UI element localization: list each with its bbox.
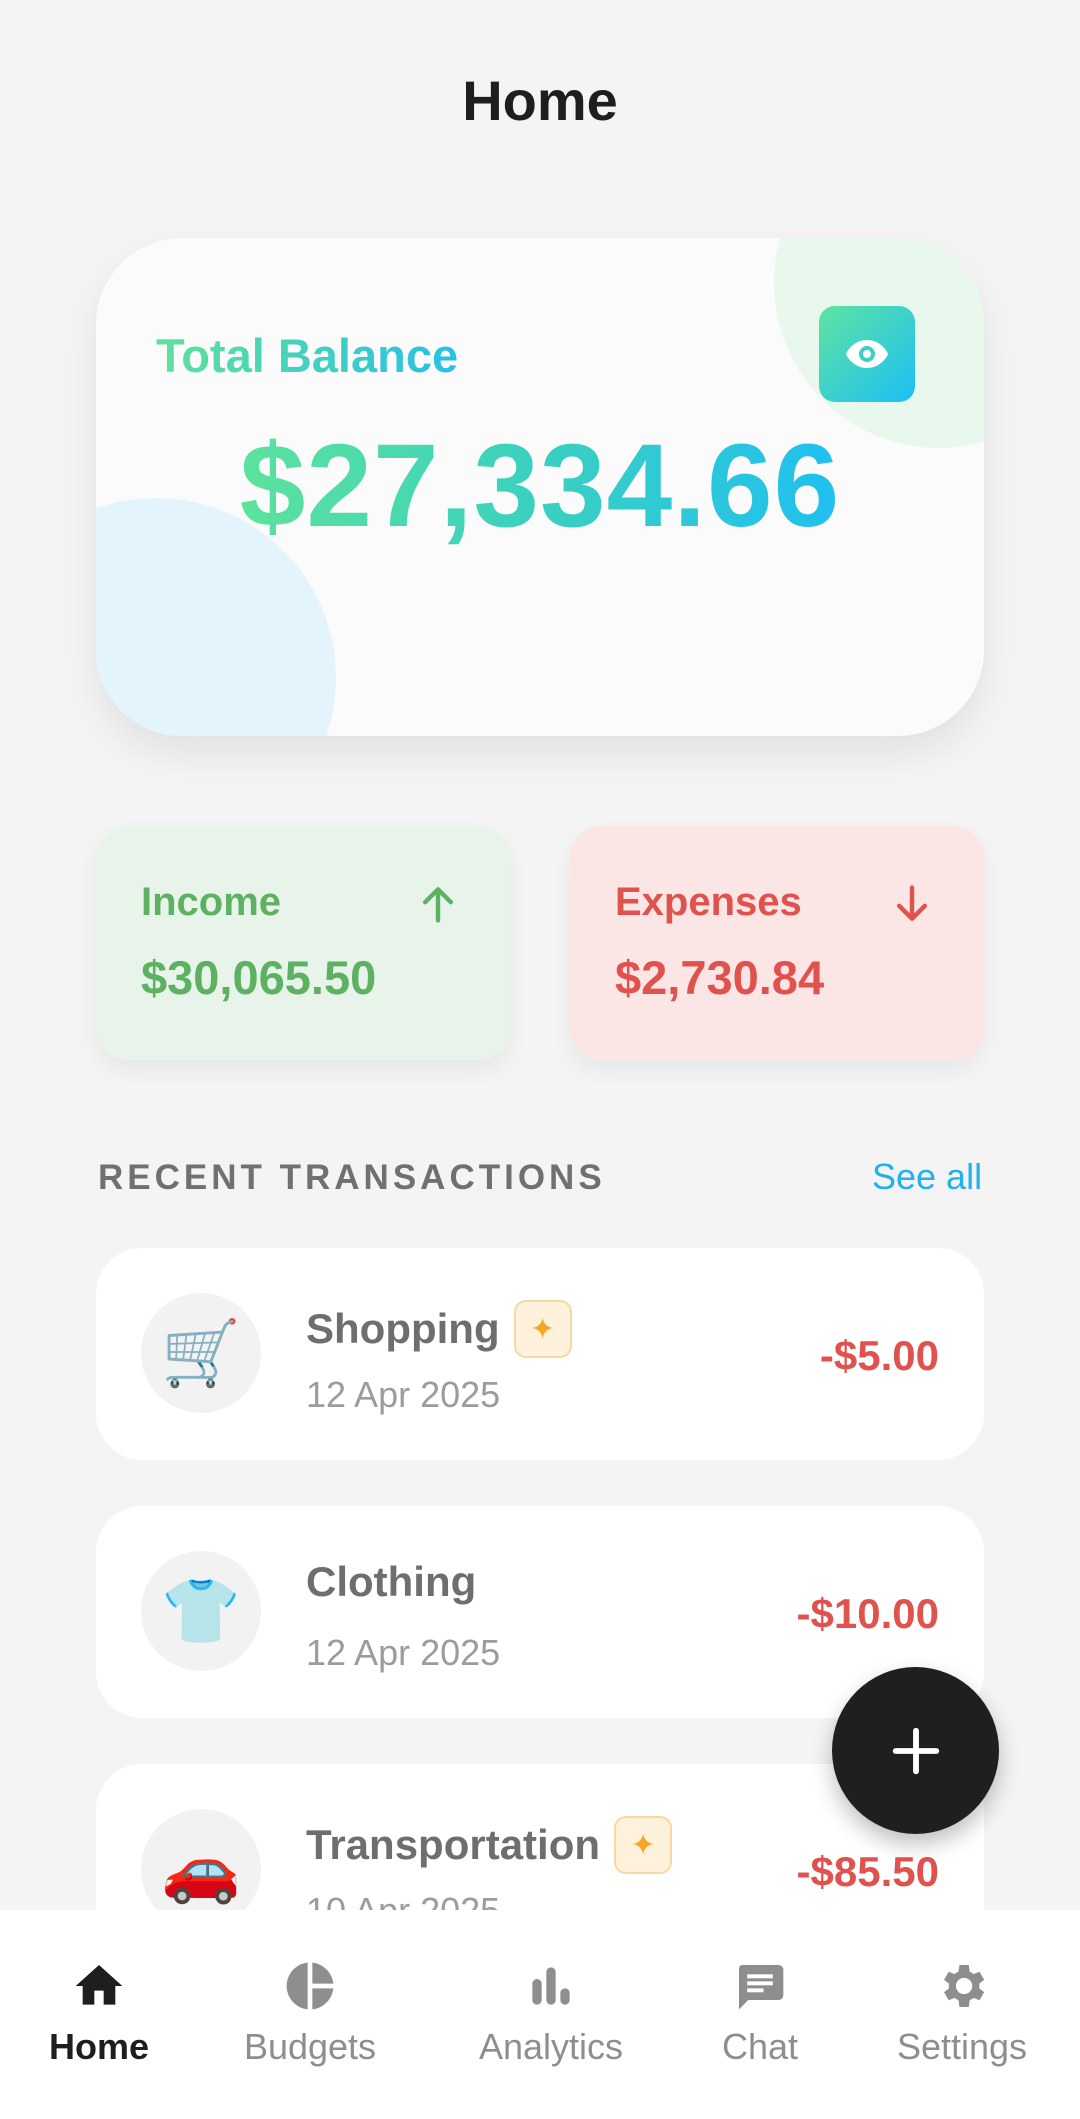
- sparkle-icon: ✦: [513, 1300, 572, 1358]
- tshirt-icon: 👕: [141, 1551, 261, 1671]
- nav-item-settings[interactable]: Settings: [882, 1910, 1042, 2119]
- income-label: Income: [141, 880, 282, 924]
- home-icon: [75, 1965, 123, 2005]
- nav-item-budgets[interactable]: Budgets: [230, 1910, 390, 2119]
- bar-chart-icon: [532, 1967, 570, 2005]
- income-card[interactable]: Income $30,065.50: [96, 826, 510, 1060]
- transaction-name: Shopping ✦: [306, 1300, 572, 1358]
- transaction-name: Transportation ✦: [306, 1816, 673, 1874]
- transaction-amount: -$85.50: [796, 1848, 939, 1895]
- income-value: $30,065.50: [141, 951, 377, 1004]
- balance-label: Total Balance: [156, 329, 459, 382]
- transaction-name: Clothing: [306, 1558, 476, 1606]
- nav-label: Analytics: [478, 2026, 624, 2067]
- nav-label: Home: [48, 2026, 150, 2067]
- nav-item-home[interactable]: Home: [40, 1910, 158, 2119]
- transaction-amount: -$10.00: [796, 1590, 939, 1637]
- nav-label: Chat: [721, 2026, 799, 2067]
- nav-label: Settings: [896, 2026, 1028, 2067]
- transaction-name-text: Shopping: [306, 1305, 500, 1352]
- plus-icon: [892, 1727, 939, 1774]
- arrow-up-icon: [422, 887, 454, 923]
- transaction-amount: -$5.00: [819, 1332, 939, 1379]
- app-header: Home: [0, 0, 1080, 200]
- shopping-cart-icon: 🛒: [141, 1293, 261, 1413]
- nav-item-analytics[interactable]: Analytics: [466, 1910, 636, 2119]
- pie-chart-icon: [286, 1962, 334, 2010]
- expenses-label: Expenses: [615, 880, 802, 924]
- transaction-name-text: Transportation: [306, 1821, 601, 1868]
- bottom-nav: Home Budgets Analytics Chat Settings: [0, 1910, 1080, 2119]
- toggle-visibility-button[interactable]: [819, 306, 915, 402]
- transaction-date: 12 Apr 2025: [306, 1632, 501, 1673]
- add-transaction-button[interactable]: [832, 1667, 999, 1834]
- chat-icon: [738, 1965, 784, 2010]
- arrow-down-icon: [896, 885, 928, 921]
- nav-label: Budgets: [243, 2026, 377, 2067]
- expenses-card[interactable]: Expenses $2,730.84: [570, 826, 984, 1060]
- home-screen: Home Total Balance $27,334.66 Income $30…: [0, 0, 1080, 2119]
- see-all-link[interactable]: See all: [872, 1156, 982, 1198]
- balance-amount: $27,334.66: [96, 418, 984, 554]
- gear-icon: [944, 1965, 985, 2007]
- transaction-date: 12 Apr 2025: [306, 1374, 501, 1415]
- section-title: RECENT TRANSACTIONS: [98, 1158, 606, 1197]
- nav-item-chat[interactable]: Chat: [710, 1910, 810, 2119]
- transaction-card[interactable]: 👕 Clothing 12 Apr 2025 -$10.00: [96, 1506, 984, 1718]
- page-title: Home: [462, 68, 618, 132]
- eye-icon: [846, 340, 888, 368]
- balance-card: Total Balance $27,334.66: [96, 238, 984, 736]
- transaction-card[interactable]: 🛒 Shopping ✦ 12 Apr 2025 -$5.00: [96, 1248, 984, 1460]
- sparkle-icon: ✦: [614, 1816, 673, 1874]
- transaction-name-text: Clothing: [306, 1558, 477, 1605]
- expenses-value: $2,730.84: [615, 951, 825, 1004]
